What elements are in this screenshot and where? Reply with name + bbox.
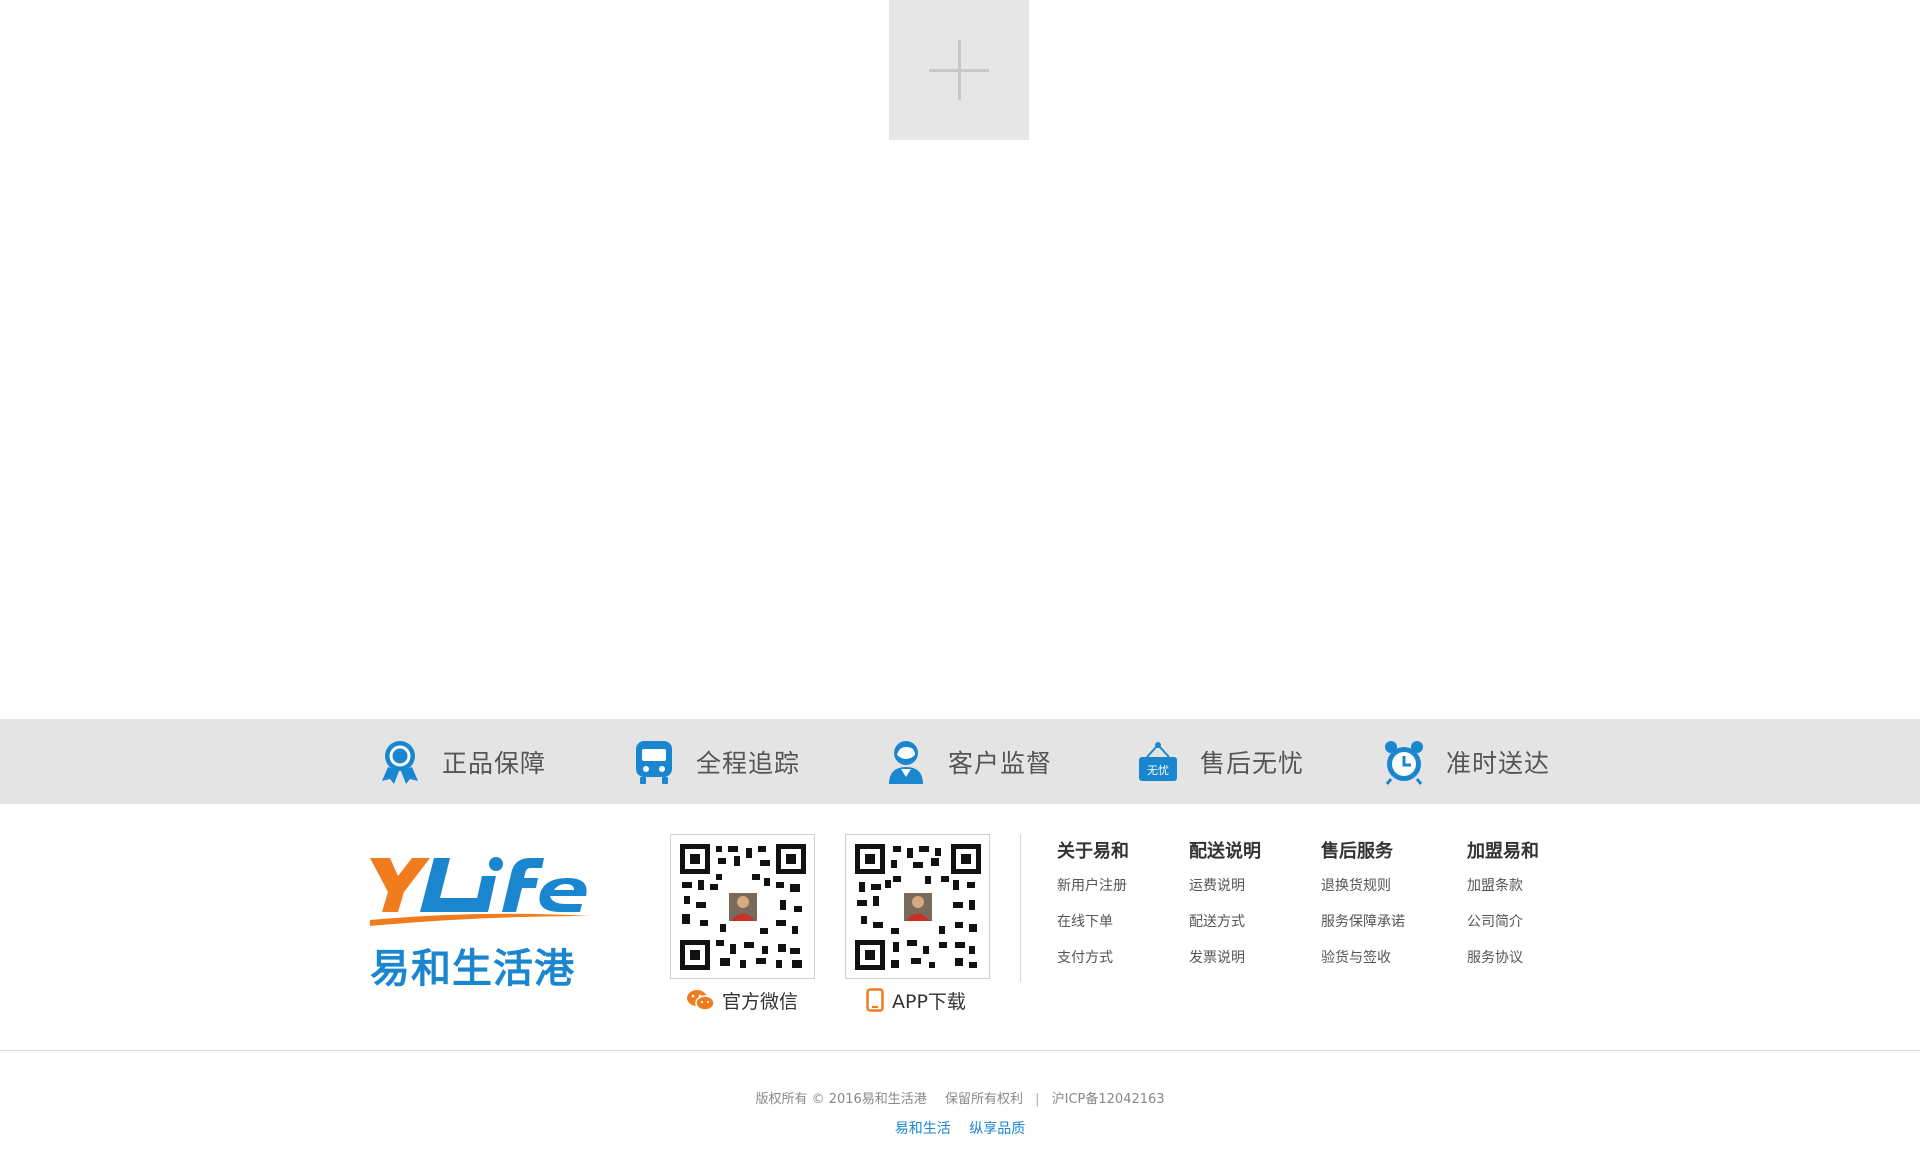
link-column-delivery: 配送说明 运费说明 配送方式 发票说明 [1189, 840, 1261, 984]
image-placeholder[interactable] [889, 0, 1029, 140]
guarantee-tracking: 全程追踪 [630, 719, 800, 804]
guarantee-on-time: 准时送达 [1380, 719, 1550, 804]
link-column-after-sales: 售后服务 退换货规则 服务保障承诺 验货与签收 [1321, 840, 1405, 984]
footer-rule [0, 1050, 1920, 1051]
guarantee-supervision: 客户监督 [882, 719, 1052, 804]
bus-icon [630, 738, 678, 786]
guarantee-authentic: 正品保障 [376, 719, 546, 804]
guarantee-label: 客户监督 [948, 748, 1053, 778]
guarantee-label: 准时送达 [1446, 748, 1551, 778]
slogan: 易和生活 纵享品质 [0, 1118, 1920, 1138]
footer-link[interactable]: 加盟条款 [1467, 876, 1539, 912]
wechat-icon [686, 988, 714, 1012]
alarm-clock-icon [1380, 738, 1428, 786]
wechat-caption-label: 官方微信 [722, 990, 799, 1013]
yhlife-logo-mark [370, 857, 590, 926]
slogan-part-2: 纵享品质 [969, 1121, 1026, 1137]
award-ribbon-icon [376, 738, 424, 786]
person-icon [882, 738, 930, 786]
qr-code-image [855, 844, 981, 970]
link-column-about: 关于易和 新用户注册 在线下单 支付方式 [1057, 840, 1129, 984]
footer: 易和生活港 官方微信 APP下载 关于易和 新用户注册 在线下单 支付方式 配送… [0, 804, 1920, 1052]
footer-link[interactable]: 配送方式 [1189, 912, 1261, 948]
column-title: 配送说明 [1189, 841, 1261, 862]
guarantee-bar: 正品保障 全程追踪 客户监督 无忧 售后无忧 准时送达 [0, 719, 1920, 804]
column-title: 加盟易和 [1467, 841, 1539, 862]
icp-number[interactable]: 沪ICP备12042163 [1052, 1092, 1165, 1107]
footer-link[interactable]: 新用户注册 [1057, 876, 1129, 912]
footer-divider [1020, 834, 1021, 982]
copyright-line: 版权所有 © 2016易和生活港 保留所有权利 | 沪ICP备12042163 [0, 1088, 1920, 1107]
footer-link[interactable]: 在线下单 [1057, 912, 1129, 948]
footer-link[interactable]: 退换货规则 [1321, 876, 1405, 912]
sign-icon: 无忧 [1134, 738, 1182, 786]
footer-link[interactable]: 服务保障承诺 [1321, 912, 1405, 948]
footer-link[interactable]: 服务协议 [1467, 948, 1539, 984]
wechat-qr-code [670, 834, 815, 979]
qr-code-image [680, 844, 806, 970]
copyright-text: 版权所有 © 2016易和生活港 [755, 1092, 927, 1107]
link-column-franchise: 加盟易和 加盟条款 公司简介 服务协议 [1467, 840, 1539, 984]
guarantee-after-sales: 无忧 售后无忧 [1134, 719, 1304, 804]
guarantee-label: 正品保障 [442, 748, 547, 778]
guarantee-label: 售后无忧 [1200, 748, 1305, 778]
wechat-caption[interactable]: 官方微信 [686, 984, 798, 1016]
column-title: 售后服务 [1321, 841, 1393, 862]
footer-link[interactable]: 支付方式 [1057, 948, 1129, 984]
footer-link[interactable]: 验货与签收 [1321, 948, 1405, 984]
logo-brand-cn: 易和生活港 [370, 946, 575, 992]
slogan-part-1: 易和生活 [894, 1121, 951, 1137]
footer-link[interactable]: 发票说明 [1189, 948, 1261, 984]
app-download-caption[interactable]: APP下载 [866, 984, 966, 1016]
app-download-label: APP下载 [892, 990, 966, 1013]
guarantee-label: 全程追踪 [696, 748, 801, 778]
app-qr-code [845, 834, 990, 979]
footer-link[interactable]: 运费说明 [1189, 876, 1261, 912]
column-title: 关于易和 [1057, 841, 1129, 862]
site-logo[interactable]: 易和生活港 [368, 852, 592, 992]
separator: | [1035, 1092, 1040, 1107]
mobile-phone-icon [866, 988, 884, 1012]
footer-link[interactable]: 公司简介 [1467, 912, 1539, 948]
rights-text: 保留所有权利 [944, 1092, 1023, 1107]
plus-icon [929, 40, 989, 100]
sign-badge-text: 无忧 [1147, 763, 1169, 777]
